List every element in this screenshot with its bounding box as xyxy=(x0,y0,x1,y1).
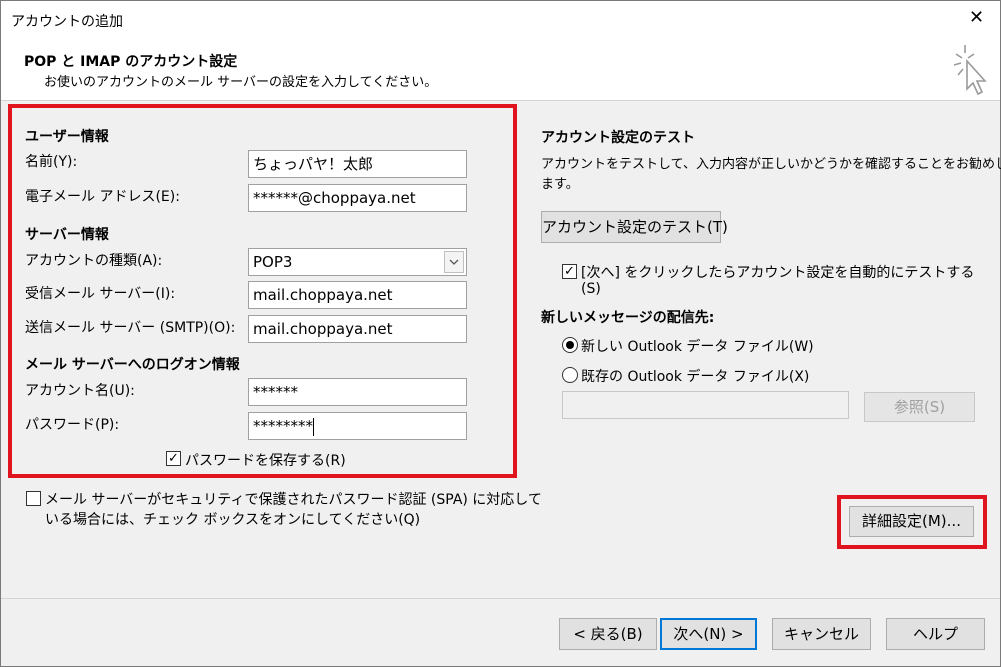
browse-button[interactable]: 参照(S) xyxy=(864,392,975,422)
spa-label-line2[interactable]: いる場合には、チェック ボックスをオンにしてください(Q) xyxy=(45,509,420,529)
highlight-frame-more-settings xyxy=(837,495,987,549)
existing-data-file-label[interactable]: 既存の Outlook データ ファイル(X) xyxy=(581,366,809,386)
title-bar: アカウントの追加 ✕ xyxy=(1,1,1000,39)
data-file-path-field[interactable] xyxy=(562,391,849,419)
header-band: POP と IMAP のアカウント設定 お使いのアカウントのメール サーバーの設… xyxy=(1,39,1000,101)
footer-divider xyxy=(1,598,1000,599)
spa-checkbox[interactable] xyxy=(26,491,41,506)
auto-test-label-line2[interactable]: (S) xyxy=(581,281,601,297)
test-description-line2: ます。 xyxy=(541,177,579,192)
help-button[interactable]: ヘルプ xyxy=(886,618,985,650)
new-data-file-radio[interactable] xyxy=(562,337,578,353)
window-title: アカウントの追加 xyxy=(11,14,123,30)
existing-data-file-radio[interactable] xyxy=(562,367,578,383)
spa-label-line1[interactable]: メール サーバーがセキュリティで保護されたパスワード認証 (SPA) に対応して xyxy=(45,489,542,509)
close-icon[interactable]: ✕ xyxy=(969,7,984,28)
next-button[interactable]: 次へ(N) > xyxy=(660,618,757,650)
page-subtitle: お使いのアカウントのメール サーバーの設定を入力してください。 xyxy=(44,75,438,90)
test-account-button[interactable]: アカウント設定のテスト(T) xyxy=(541,211,728,243)
delivery-heading: 新しいメッセージの配信先: xyxy=(541,310,715,326)
auto-test-checkbox[interactable]: ✓ xyxy=(562,264,577,279)
cursor-sparkle-icon xyxy=(953,45,987,96)
add-account-dialog: アカウントの追加 ✕ POP と IMAP のアカウント設定 お使いのアカウント… xyxy=(0,0,1001,667)
auto-test-label-line1[interactable]: [次へ] をクリックしたらアカウント設定を自動的にテストする xyxy=(581,262,974,282)
new-data-file-label[interactable]: 新しい Outlook データ ファイル(W) xyxy=(581,336,814,356)
test-heading: アカウント設定のテスト xyxy=(541,130,695,146)
page-title: POP と IMAP のアカウント設定 xyxy=(24,54,238,70)
back-button[interactable]: < 戻る(B) xyxy=(559,618,657,650)
test-description-line1: アカウントをテストして、入力内容が正しいかどうかを確認することをお勧めし xyxy=(541,157,1001,172)
highlight-frame-account-info xyxy=(8,104,517,478)
cancel-button[interactable]: キャンセル xyxy=(772,618,871,650)
